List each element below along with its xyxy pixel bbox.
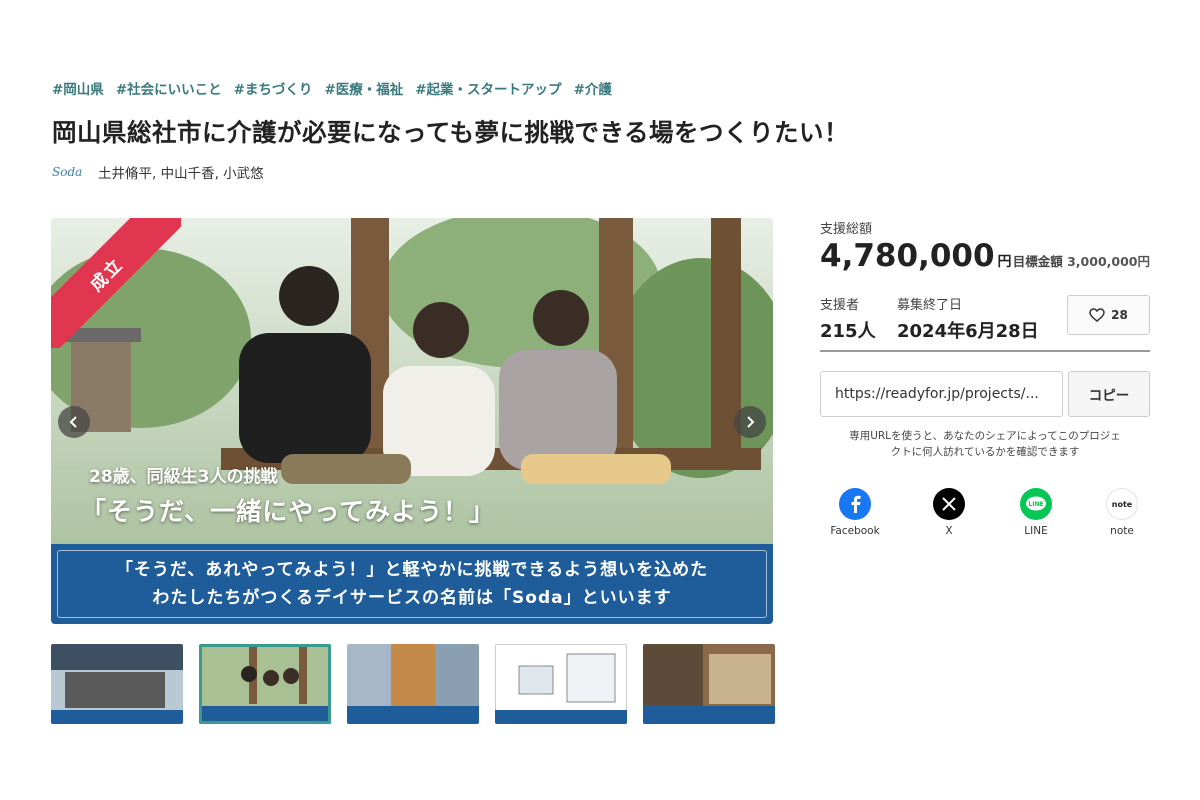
thumbnail-2-image [199, 644, 331, 724]
facebook-label: Facebook [830, 525, 880, 537]
owner-names[interactable]: 土井脩平, 中山千香, 小武悠 [98, 162, 264, 182]
share-url-note-line-2: クトに何人訪れているかを確認できます [890, 446, 1080, 458]
image-band: 「そうだ、あれやってみよう！」と軽やかに挑戦できるよう想いを込めた わたしたちが… [51, 544, 773, 624]
svg-text:LINE: LINE [1028, 501, 1043, 508]
chevron-left-icon [69, 416, 77, 428]
owner-logo[interactable]: Soda [52, 165, 82, 179]
copy-url-button[interactable]: コピー [1068, 371, 1150, 417]
svg-text:note: note [1112, 500, 1133, 509]
image-subhead: 28歳、同級生3人の挑戦 [89, 467, 278, 487]
note-icon: note [1106, 488, 1138, 520]
favorite-count: 28 [1111, 308, 1128, 322]
tag-town-development[interactable]: #まちづくり [234, 78, 313, 98]
tag-nursing-care[interactable]: #介護 [574, 78, 612, 98]
thumbnail-1-image [51, 644, 183, 724]
amount-row: 4,780,000 円 目標金額 3,000,000円 [820, 238, 1150, 274]
band-line-2: わたしたちがつくるデイサービスの名前は「Soda」といいます [152, 588, 672, 608]
amount-unit: 円 [997, 254, 1012, 270]
facebook-icon [839, 488, 871, 520]
x-label: X [945, 525, 953, 537]
thumbnail-3-image [347, 644, 479, 724]
amount-value: 4,780,000 [820, 238, 995, 274]
summary-divider [820, 350, 1150, 352]
share-x-button[interactable]: X [919, 488, 979, 537]
x-icon [933, 488, 965, 520]
image-headline: 「そうだ、一緒にやってみよう！」 [81, 497, 496, 526]
line-icon: LINE [1020, 488, 1052, 520]
amount-label: 支援総額 [820, 222, 873, 237]
supporters-label: 支援者 [820, 298, 860, 313]
thumbnail-3[interactable] [347, 644, 479, 724]
thumbnail-1[interactable] [51, 644, 183, 724]
thumbnail-2[interactable] [199, 644, 331, 724]
share-facebook-button[interactable]: Facebook [825, 488, 885, 537]
tag-list: #岡山県 #社会にいいこと #まちづくり #医療・福祉 #起業・スタートアップ … [52, 78, 612, 98]
goal-value: 3,000,000円 [1067, 254, 1150, 269]
chevron-right-icon [747, 416, 755, 428]
tag-social-good[interactable]: #社会にいいこと [116, 78, 222, 98]
tag-medical-welfare[interactable]: #医療・福祉 [324, 78, 403, 98]
heart-icon [1089, 308, 1105, 322]
project-title: 岡山県総社市に介護が必要になっても夢に挑戦できる場をつくりたい！ [52, 118, 850, 147]
carousel-next-button[interactable] [734, 406, 766, 438]
share-url-field[interactable]: https://readyfor.jp/projects/... [820, 371, 1063, 417]
thumbnail-strip [51, 644, 775, 724]
end-date-label: 募集終了日 [897, 298, 963, 313]
thumbnail-5-image [643, 644, 775, 724]
band-line-1: 「そうだ、あれやってみよう！」と軽やかに挑戦できるよう想いを込めた [115, 560, 709, 580]
supporters-value: 215人 [820, 321, 876, 342]
thumbnail-4[interactable] [495, 644, 627, 724]
line-label: LINE [1024, 525, 1048, 537]
thumbnail-4-image [495, 644, 627, 724]
share-line-button[interactable]: LINE LINE [1006, 488, 1066, 537]
image-band-frame: 「そうだ、あれやってみよう！」と軽やかに挑戦できるよう想いを込めた わたしたちが… [57, 550, 767, 618]
tag-okayama[interactable]: #岡山県 [52, 78, 104, 98]
goal-label: 目標金額 [1012, 254, 1063, 269]
main-image-carousel[interactable]: 成立 28歳、同級生3人の挑戦 「そうだ、一緒にやってみよう！」 「そうだ、あれ… [51, 218, 773, 624]
project-owner: Soda 土井脩平, 中山千香, 小武悠 [52, 162, 264, 182]
project-summary: 支援総額 4,780,000 円 目標金額 3,000,000円 支援者 215人… [820, 218, 1150, 537]
end-date-value: 2024年6月28日 [897, 321, 1039, 342]
share-url-note-line-1: 専用URLを使うと、あなたのシェアによってこのプロジェ [849, 430, 1121, 442]
image-caption: 28歳、同級生3人の挑戦 「そうだ、一緒にやってみよう！」 [51, 454, 773, 544]
goal-amount: 目標金額 3,000,000円 [1013, 251, 1150, 270]
share-url-note: 専用URLを使うと、あなたのシェアによってこのプロジェ クトに何人訪れているかを… [820, 428, 1150, 460]
favorite-button[interactable]: 28 [1067, 295, 1150, 335]
tag-startup[interactable]: #起業・スタートアップ [415, 78, 561, 98]
share-note-button[interactable]: note note [1092, 488, 1152, 537]
ribbon-label: 成立 [51, 218, 181, 348]
carousel-prev-button[interactable] [58, 406, 90, 438]
note-label: note [1110, 525, 1134, 537]
end-date-block: 募集終了日 2024年6月28日 [897, 294, 1039, 343]
thumbnail-5[interactable] [643, 644, 775, 724]
status-ribbon: 成立 [51, 218, 181, 348]
supporters-block: 支援者 215人 [820, 294, 876, 343]
